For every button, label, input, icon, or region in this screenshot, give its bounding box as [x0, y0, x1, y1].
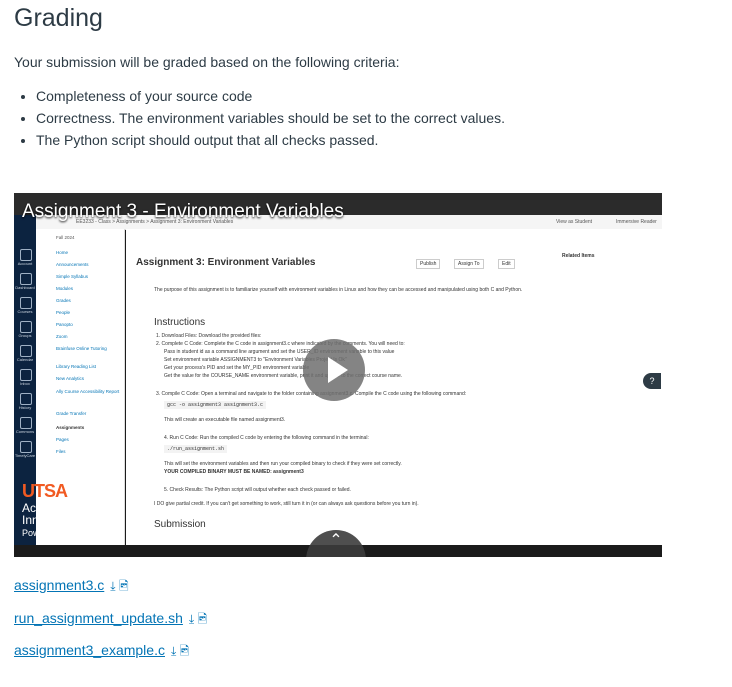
- criteria-list: Completeness of your source code Correct…: [14, 85, 505, 151]
- gnav-label: History: [18, 405, 32, 410]
- courses-icon: [20, 297, 32, 309]
- video-step: This will create an executable file name…: [164, 417, 286, 423]
- file-link[interactable]: assignment3.c ⤓ 🖻: [14, 577, 129, 598]
- criteria-item: Correctness. The environment variables s…: [36, 107, 505, 129]
- video-right-panel: Related Items: [546, 229, 662, 545]
- gear-icon[interactable]: ⚙: [592, 516, 606, 536]
- video-related-items: Related Items: [562, 253, 595, 259]
- fullscreen-icon[interactable]: ⛶: [630, 516, 641, 534]
- course-nav-item: Grade Transfer: [56, 411, 87, 416]
- timelycare-icon: [20, 441, 32, 453]
- video-view-as-student: View as Student: [556, 219, 593, 225]
- gnav-label: Dashboard: [15, 285, 35, 290]
- utsa-logo-text: UTSA: [22, 481, 68, 501]
- course-nav-item: Home: [56, 250, 69, 255]
- video-submission-heading: Submission: [154, 519, 206, 530]
- course-nav-item: Grades: [56, 298, 71, 303]
- course-nav-item: Pages: [56, 437, 69, 442]
- immersive-reader-icon[interactable]: 🖻: [119, 579, 129, 593]
- video-title: Assignment 3 - Environment Variables: [22, 201, 344, 222]
- calendar-icon: [20, 345, 32, 357]
- innovation-text: Innovation: [22, 513, 78, 527]
- video-step: Get your process's PID and set the MY_PI…: [164, 365, 310, 371]
- course-nav-item: Assignments: [56, 425, 85, 430]
- course-nav-item: Announcements: [56, 262, 89, 267]
- course-nav-item: Files: [56, 449, 66, 454]
- video-step: 4. Run C Code: Run the compiled C code b…: [164, 435, 369, 441]
- gnav-label: TimelyCare: [14, 453, 36, 458]
- video-assignment-title: Assignment 3: Environment Variables: [136, 257, 316, 268]
- course-nav-item: Simple Syllabus: [56, 274, 89, 279]
- download-icon[interactable]: ⤓: [189, 612, 194, 626]
- file-link[interactable]: assignment3_example.c ⤓ 🖻: [14, 642, 189, 663]
- video-instructions-heading: Instructions: [154, 317, 206, 328]
- video-purpose: The purpose of this assignment is to fam…: [154, 287, 523, 293]
- dashboard-icon: [20, 273, 32, 285]
- grading-intro: Your submission will be graded based on …: [14, 54, 400, 70]
- video-step: YOUR COMPILED BINARY MUST BE NAMED: assi…: [164, 469, 304, 475]
- course-nav-item: Panopto: [56, 322, 73, 327]
- course-nav-item: Library Reading List: [56, 364, 97, 369]
- course-nav-item: People: [56, 310, 71, 315]
- course-nav-item: Modules: [56, 286, 74, 291]
- powered-by-panopto: Powered by Panopto: [22, 528, 106, 538]
- gnav-label: Account: [17, 261, 33, 266]
- video-publish-button: Publish: [416, 259, 441, 269]
- course-nav-item: Brainfuse Online Tutoring: [56, 346, 107, 351]
- gnav-label: Courses: [17, 309, 33, 314]
- video-code: ./run_assignment.sh: [164, 445, 228, 453]
- groups-icon: [20, 321, 32, 333]
- video-immersive-reader: Immersive Reader: [616, 219, 657, 225]
- commons-icon: [20, 417, 32, 429]
- video-step: 2. Complete C Code: Complete the C code …: [156, 341, 405, 347]
- file-link-label[interactable]: assignment3_example.c: [14, 642, 165, 658]
- account-icon: [20, 249, 32, 261]
- course-nav-item: Zoom: [56, 334, 68, 339]
- page-title: Grading: [14, 4, 103, 32]
- course-nav-item: Fall 2024: [56, 235, 75, 240]
- video-step: 5. Check Results: The Python script will…: [164, 487, 351, 493]
- download-icon[interactable]: ⤓: [110, 579, 115, 593]
- history-icon: [20, 393, 32, 405]
- video-step: I DO give partial credit. If you can't g…: [154, 501, 419, 507]
- gnav-label: Groups: [18, 333, 32, 338]
- play-icon[interactable]: [303, 339, 365, 401]
- video-code: gcc -o assignment3 assignment3.c: [164, 401, 267, 409]
- closed-captions-icon[interactable]: CC: [552, 518, 573, 532]
- inbox-icon: [20, 369, 32, 381]
- course-nav-item: New Analytics: [56, 376, 85, 381]
- gnav-label: Commons: [15, 429, 35, 434]
- video-step: This will set the environment variables …: [164, 461, 402, 467]
- video-edit-button: Edit: [498, 259, 515, 269]
- file-link-label[interactable]: assignment3.c: [14, 577, 104, 593]
- gnav-label: Inbox: [20, 381, 30, 386]
- video-player[interactable]: Assignment 3 - Environment Variables EE3…: [14, 193, 662, 557]
- immersive-reader-icon[interactable]: 🖻: [180, 644, 190, 658]
- video-assign-to-button: Assign To: [454, 259, 484, 269]
- criteria-item: Completeness of your source code: [36, 85, 505, 107]
- file-link[interactable]: run_assignment_update.sh ⤓ 🖻: [14, 610, 207, 631]
- immersive-reader-icon[interactable]: 🖻: [198, 612, 208, 626]
- gnav-label: Calendar: [16, 357, 34, 362]
- file-link-label[interactable]: run_assignment_update.sh: [14, 610, 183, 626]
- video-step: Get the value for the COURSE_NAME enviro…: [164, 373, 403, 379]
- video-step: 1. Download Files: Download the provided…: [156, 333, 262, 339]
- course-nav-item: Ally Course Accessibility Report: [56, 389, 120, 394]
- criteria-item: The Python script should output that all…: [36, 129, 505, 151]
- utsa-logo: UTSA Academic Innovation: [22, 481, 77, 526]
- download-icon[interactable]: ⤓: [171, 644, 176, 658]
- help-icon[interactable]: ?: [643, 373, 661, 389]
- expand-arrow-icon[interactable]: ↗: [508, 516, 521, 536]
